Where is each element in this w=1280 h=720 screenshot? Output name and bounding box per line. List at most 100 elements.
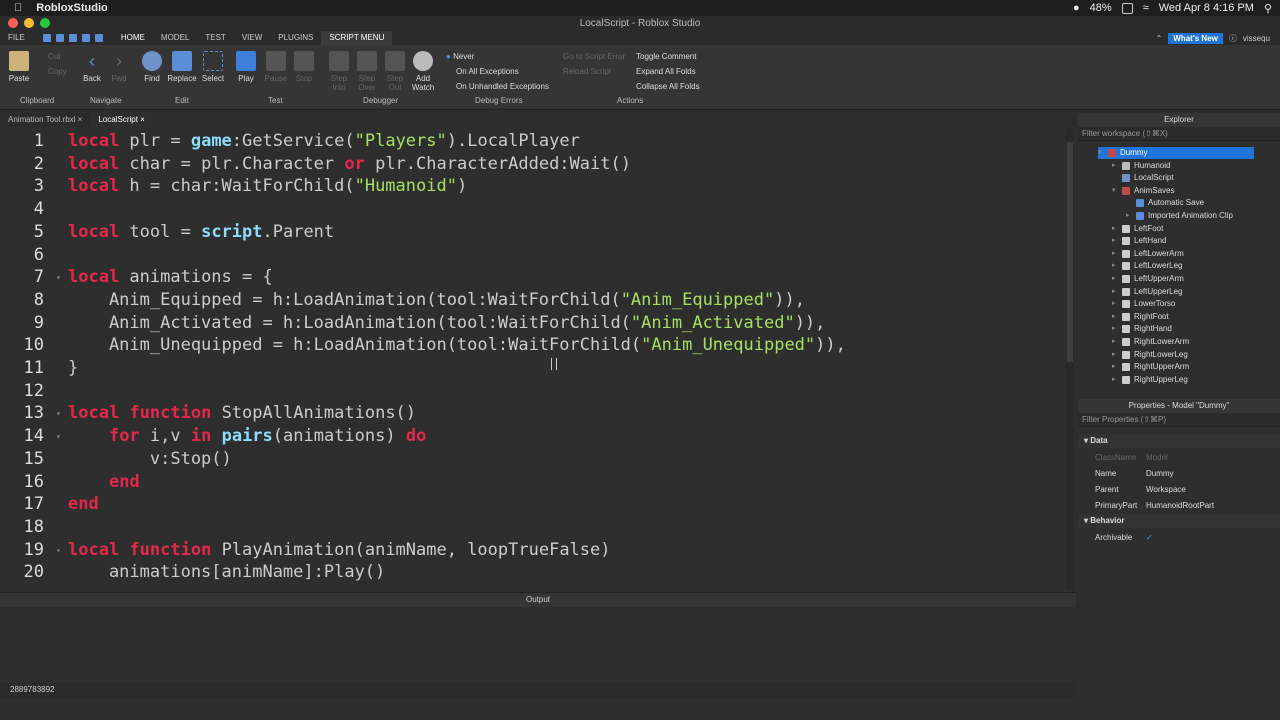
properties-filter-input[interactable]: Filter Properties (⇧⌘P) <box>1078 413 1280 427</box>
tab-test[interactable]: TEST <box>197 31 233 45</box>
tab-plugins[interactable]: PLUGINS <box>270 31 321 45</box>
zoom-window-button[interactable] <box>40 18 50 28</box>
publish-icon[interactable] <box>94 34 103 42</box>
explorer-item[interactable]: ▸ RightFoot <box>1112 311 1169 323</box>
explorer-item[interactable]: ▸ RightLowerLeg <box>1112 349 1188 361</box>
tab-file[interactable]: FILE <box>0 31 33 45</box>
close-window-button[interactable] <box>8 18 18 28</box>
fold-chevron-icon[interactable]: ▾ <box>56 402 61 425</box>
explorer-item[interactable]: ▸ LeftFoot <box>1112 223 1163 235</box>
expand-arrow-icon[interactable]: ▸ <box>1126 210 1136 222</box>
explorer-item[interactable]: ▾ Dummy <box>1098 147 1254 159</box>
expand-arrow-icon[interactable]: ▾ <box>1112 185 1122 197</box>
on-all-exceptions-option[interactable]: On All Exceptions <box>456 67 519 76</box>
toggle-comment-button[interactable]: Toggle Comment <box>636 52 696 61</box>
copy-button[interactable]: Copy <box>48 67 67 76</box>
command-bar[interactable]: 2889783892 <box>0 682 1076 698</box>
category-data[interactable]: ▾ Data <box>1078 434 1280 448</box>
prop-value[interactable]: HumanoidRootPart <box>1146 498 1214 514</box>
tab-home[interactable]: HOME <box>113 31 153 45</box>
close-icon[interactable]: × <box>78 115 83 124</box>
expand-all-folds-button[interactable]: Expand All Folds <box>636 67 696 76</box>
tab-view[interactable]: VIEW <box>234 31 270 45</box>
undo-icon[interactable] <box>68 34 77 42</box>
prop-row-name[interactable]: Name Dummy <box>1078 466 1280 482</box>
help-icon[interactable]: ⓘ <box>1229 33 1237 44</box>
expand-arrow-icon[interactable]: ▸ <box>1112 248 1122 260</box>
script-editor[interactable]: 1 local plr = game:GetService("Players").… <box>0 128 1076 590</box>
whats-new-button[interactable]: What's New <box>1168 32 1223 44</box>
fold-chevron-icon[interactable]: ▾ <box>56 266 61 289</box>
expand-arrow-icon[interactable]: ▸ <box>1112 235 1122 247</box>
category-behavior[interactable]: ▾ Behavior <box>1078 514 1280 528</box>
explorer-item[interactable]: ▸ LeftLowerLeg <box>1112 260 1182 272</box>
editor-scrollbar[interactable] <box>1066 128 1074 590</box>
expand-arrow-icon[interactable]: ▾ <box>1098 147 1108 159</box>
fold-chevron-icon[interactable]: ▾ <box>56 425 61 448</box>
explorer-item[interactable]: ▸ LeftLowerArm <box>1112 248 1184 260</box>
explorer-item[interactable]: ▸ Imported Animation Clip <box>1126 210 1233 222</box>
step-into-button[interactable]: Step Into <box>324 51 354 92</box>
wifi-icon[interactable]: ≈ <box>1143 2 1149 14</box>
prop-row-archivable[interactable]: Archivable ✓ <box>1078 530 1280 546</box>
pause-button[interactable]: Pause <box>261 51 291 83</box>
prop-row-primarypart[interactable]: PrimaryPart HumanoidRootPart <box>1078 498 1280 514</box>
expand-arrow-icon[interactable]: ▸ <box>1112 298 1122 310</box>
expand-arrow-icon[interactable]: ▸ <box>1112 336 1122 348</box>
goto-script-error-button[interactable]: Go to Script Error <box>563 52 625 61</box>
expand-arrow-icon[interactable]: ▸ <box>1112 374 1122 386</box>
explorer-item[interactable]: ▸ RightUpperLeg <box>1112 374 1188 386</box>
step-out-button[interactable]: Step Out <box>380 51 410 92</box>
tab-animation-tool[interactable]: Animation Tool.rbxl × <box>0 113 90 127</box>
explorer-item[interactable]: ▸ RightUpperArm <box>1112 361 1189 373</box>
search-icon[interactable]: ⚲ <box>1264 2 1272 15</box>
expand-arrow-icon[interactable]: ▸ <box>1112 273 1122 285</box>
explorer-item[interactable]: ▸ RightHand <box>1112 323 1172 335</box>
explorer-filter-input[interactable]: Filter workspace (⇧⌘X) <box>1078 127 1280 141</box>
new-file-icon[interactable] <box>42 34 51 42</box>
select-button[interactable]: Select <box>198 51 228 83</box>
replace-button[interactable]: Replace <box>167 51 197 83</box>
stop-button[interactable]: Stop <box>289 51 319 83</box>
never-option[interactable]: ● Never <box>446 52 474 61</box>
clock-text[interactable]: Wed Apr 8 4:16 PM <box>1159 2 1254 14</box>
save-icon[interactable] <box>55 34 64 42</box>
minimize-window-button[interactable] <box>24 18 34 28</box>
explorer-item[interactable]: LocalScript <box>1112 172 1174 184</box>
tab-script-menu[interactable]: SCRIPT MENU <box>321 31 393 45</box>
step-over-button[interactable]: Step Over <box>352 51 382 92</box>
expand-arrow-icon[interactable]: ▸ <box>1112 349 1122 361</box>
explorer-item[interactable]: ▸ LeftHand <box>1112 235 1166 247</box>
collapse-all-folds-button[interactable]: Collapse All Folds <box>636 82 700 91</box>
play-button[interactable]: Play <box>231 51 261 83</box>
explorer-item[interactable]: ▸ LowerTorso <box>1112 298 1175 310</box>
archivable-checkbox[interactable]: ✓ <box>1146 530 1153 546</box>
back-button[interactable]: ‹ Back <box>77 51 107 83</box>
user-name[interactable]: vissequ <box>1243 34 1270 43</box>
explorer-item[interactable]: ▸ LeftUpperLeg <box>1112 286 1182 298</box>
explorer-item[interactable]: ▸ RightLowerArm <box>1112 336 1189 348</box>
expand-arrow-icon[interactable]: ▸ <box>1112 361 1122 373</box>
find-button[interactable]: Find <box>137 51 167 83</box>
close-icon[interactable]: × <box>140 115 145 124</box>
reload-script-button[interactable]: Reload Script <box>563 67 611 76</box>
expand-arrow-icon[interactable]: ▸ <box>1112 323 1122 335</box>
explorer-item[interactable]: ▸ Humanoid <box>1112 160 1170 172</box>
add-watch-button[interactable]: Add Watch <box>408 51 438 92</box>
prop-value[interactable]: Dummy <box>1146 466 1174 482</box>
chevron-up-icon[interactable]: ⌃ <box>1156 34 1163 43</box>
fold-chevron-icon[interactable]: ▾ <box>56 539 61 562</box>
cut-button[interactable]: Cut <box>48 52 60 61</box>
expand-arrow-icon[interactable]: ▸ <box>1112 223 1122 235</box>
expand-arrow-icon[interactable]: ▸ <box>1112 286 1122 298</box>
forward-button[interactable]: › Fwd <box>104 51 134 83</box>
explorer-item[interactable]: ▸ LeftUpperArm <box>1112 273 1184 285</box>
expand-arrow-icon[interactable]: ▸ <box>1112 260 1122 272</box>
apple-icon[interactable]:  <box>14 2 22 14</box>
expand-arrow-icon[interactable]: ▸ <box>1112 160 1122 172</box>
redo-icon[interactable] <box>81 34 90 42</box>
record-icon[interactable]: ● <box>1073 2 1080 14</box>
tab-localscript[interactable]: LocalScript × <box>90 113 153 127</box>
app-menu-name[interactable]: RobloxStudio <box>36 2 108 14</box>
on-unhandled-exceptions-option[interactable]: On Unhandled Exceptions <box>456 82 549 91</box>
